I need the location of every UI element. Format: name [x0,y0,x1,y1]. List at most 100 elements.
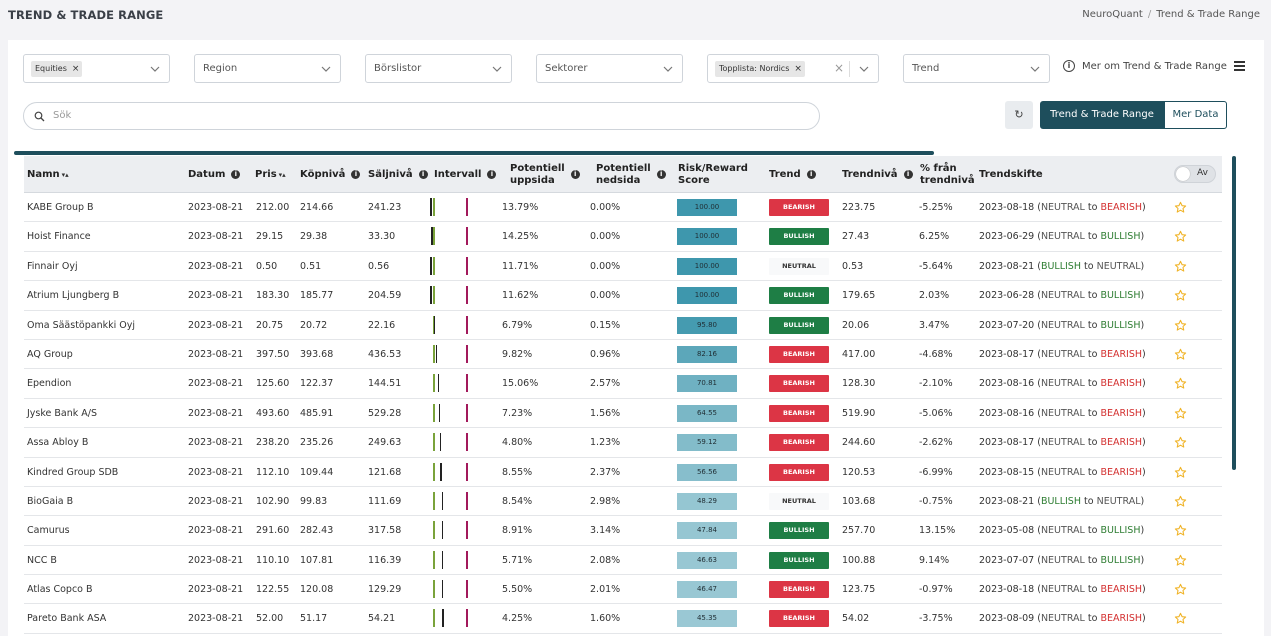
search-input[interactable]: Sök [23,102,820,130]
refresh-button[interactable]: ↻ [1005,101,1033,129]
table-row[interactable]: Finnair Oyj 2023-08-21 0.50 0.51 0.56 11.71% 0… [24,252,1222,282]
chevron-down-icon[interactable] [149,63,161,75]
star-icon[interactable] [1174,524,1187,537]
chevron-down-icon[interactable] [1029,63,1041,75]
table-row[interactable]: BioGaia B 2023-08-21 102.90 99.83 111.69 8.54… [24,487,1222,517]
mer-data-button[interactable]: Mer Data [1164,101,1227,129]
upside-cell: 14.25% [502,231,539,243]
stock-name[interactable]: Hoist Finance [27,222,91,251]
star-icon[interactable] [1174,612,1187,625]
region-select[interactable]: Region [194,54,341,83]
sektorer-select[interactable]: Sektorer [536,54,683,83]
table-row[interactable]: KABE Group B 2023-08-21 212.00 214.66 241.23… [24,193,1222,223]
col-header-fran-trendniva[interactable]: % från trendnivå [920,156,975,193]
col-header-datum[interactable]: Datum i [188,156,241,193]
info-icon[interactable]: i [656,170,666,179]
col-header-intervall[interactable]: Intervall i [434,156,497,193]
shift-to-state: BEARISH [1100,584,1143,596]
chip-remove-icon[interactable]: × [72,64,80,74]
horizontal-scrollbar[interactable] [14,151,934,155]
stock-name[interactable]: Oma Säästöpankki Oyj [27,311,135,340]
star-icon[interactable] [1174,436,1187,449]
table-row[interactable]: Camurus 2023-08-21 291.60 282.43 317.58 8.91%… [24,516,1222,546]
info-icon[interactable]: i [418,170,428,179]
star-icon[interactable] [1174,319,1187,332]
table-row[interactable]: Pareto Bank ASA 2023-08-21 52.00 51.17 54.21… [24,604,1222,634]
column-toggle[interactable]: Av [1174,165,1216,183]
trend-shift-cell: 2023-07-07 (NEUTRAL to BULLISH) [979,554,1145,566]
chip-remove-icon[interactable]: × [794,64,802,74]
table-row[interactable]: Atlas Copco B 2023-08-21 122.55 120.08 129.2… [24,575,1222,605]
col-header-saljniva[interactable]: Säljnivå i [368,156,428,193]
col-header-trendskifte[interactable]: Trendskifte [979,156,1043,193]
info-icon[interactable]: i [487,170,497,179]
info-icon[interactable]: i [903,170,913,179]
star-icon[interactable] [1174,348,1187,361]
col-header-name[interactable]: Namn ▾▴ [27,156,69,193]
vertical-scrollbar[interactable] [1232,156,1236,470]
info-icon[interactable]: i [231,170,241,179]
asset-class-select[interactable]: Equities × [23,54,170,83]
chevron-down-icon[interactable] [491,63,503,75]
star-icon[interactable] [1174,554,1187,567]
sort-icon[interactable]: ▾▴ [279,169,286,181]
star-icon[interactable] [1174,466,1187,479]
table-row[interactable]: Assa Abloy B 2023-08-21 238.20 235.26 249.63… [24,428,1222,458]
col-header-kopniva[interactable]: Köpnivå i [300,156,361,193]
star-icon[interactable] [1174,260,1187,273]
stock-name[interactable]: AQ Group [27,340,73,369]
info-icon[interactable]: i [570,170,580,179]
info-icon[interactable]: i [351,170,361,179]
trend-placeholder: Trend [912,63,940,74]
borslistor-select[interactable]: Börslistor [365,54,512,83]
chevron-down-icon[interactable] [662,63,674,75]
col-header-risk-reward[interactable]: Risk/Reward Score [678,156,748,193]
breadcrumb-home[interactable]: NeuroQuant [1082,9,1143,20]
col-header-potentiell-nedsida[interactable]: Potentiell nedsida i [596,156,666,193]
info-link[interactable]: i Mer om Trend & Trade Range [1063,60,1227,72]
stock-name[interactable]: Pareto Bank ASA [27,604,106,633]
stock-name[interactable]: NCC B [27,546,57,575]
stock-name[interactable]: BioGaia B [27,487,73,516]
table-row[interactable]: Atrium Ljungberg B 2023-08-21 183.30 185.77… [24,281,1222,311]
buy-level-cell: 29.38 [300,231,328,243]
col-header-pris[interactable]: Pris ▾▴ [255,156,286,193]
info-icon[interactable]: i [806,170,816,179]
stock-name[interactable]: Kindred Group SDB [27,458,118,487]
star-icon[interactable] [1174,201,1187,214]
shift-from-state: NEUTRAL [1040,378,1085,390]
date-cell: 2023-08-21 [188,290,244,302]
clear-icon[interactable]: × [834,61,844,75]
sort-icon[interactable]: ▾▴ [62,169,69,181]
table-row[interactable]: AQ Group 2023-08-21 397.50 393.68 436.53 9.82… [24,340,1222,370]
stock-name[interactable]: Ependion [27,369,71,398]
stock-name[interactable]: KABE Group B [27,193,94,222]
chevron-down-icon[interactable] [320,63,332,75]
stock-name[interactable]: Assa Abloy B [27,428,88,457]
topplista-select[interactable]: Topplista: Nordics × × [707,54,879,83]
stock-name[interactable]: Atlas Copco B [27,575,93,604]
table-row[interactable]: Jyske Bank A/S 2023-08-21 493.60 485.91 529.… [24,399,1222,429]
col-header-potentiell-uppsida[interactable]: Potentiell uppsida i [510,156,580,193]
star-icon[interactable] [1174,495,1187,508]
star-icon[interactable] [1174,407,1187,420]
trend-trade-range-button[interactable]: Trend & Trade Range [1040,101,1164,129]
stock-name[interactable]: Jyske Bank A/S [27,399,97,428]
table-row[interactable]: NCC B 2023-08-21 110.10 107.81 116.39 5.71% 2.… [24,546,1222,576]
table-row[interactable]: Ependion 2023-08-21 125.60 122.37 144.51 15.0… [24,369,1222,399]
col-header-trend[interactable]: Trend i [769,156,816,193]
table-row[interactable]: Oma Säästöpankki Oyj 2023-08-21 20.75 20.72… [24,311,1222,340]
stock-name[interactable]: Finnair Oyj [27,252,78,281]
star-icon[interactable] [1174,377,1187,390]
col-header-trendniva[interactable]: Trendnivå i [842,156,913,193]
table-row[interactable]: Hoist Finance 2023-08-21 29.15 29.38 33.30 14… [24,222,1222,252]
star-icon[interactable] [1174,289,1187,302]
hamburger-menu-icon[interactable] [1234,61,1245,71]
trend-select[interactable]: Trend [903,54,1050,83]
table-row[interactable]: Kindred Group SDB 2023-08-21 112.10 109.44 1… [24,458,1222,487]
stock-name[interactable]: Camurus [27,516,70,545]
star-icon[interactable] [1174,230,1187,243]
star-icon[interactable] [1174,583,1187,596]
stock-name[interactable]: Atrium Ljungberg B [27,281,119,310]
chevron-down-icon[interactable] [858,63,870,75]
